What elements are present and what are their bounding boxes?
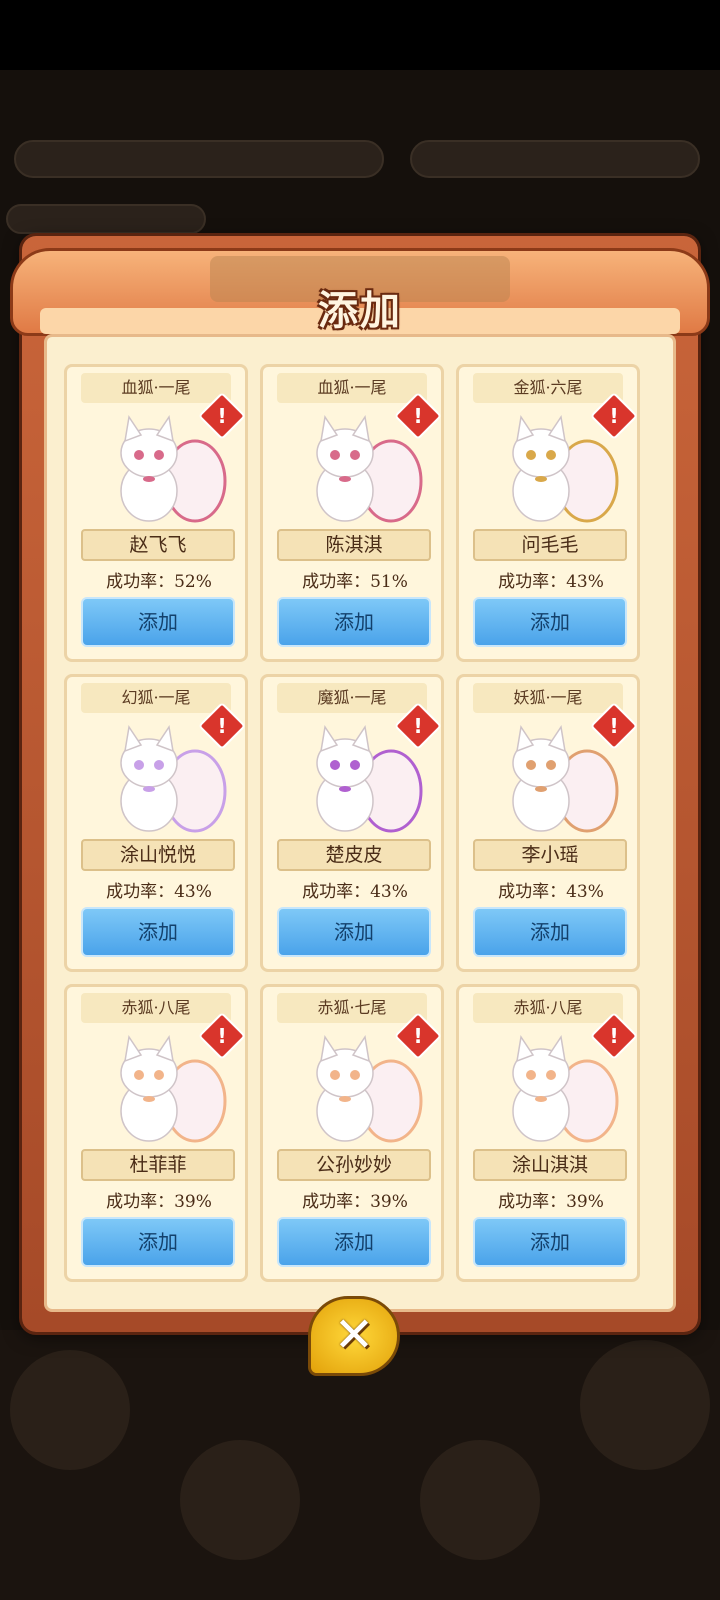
background-bar — [14, 140, 384, 178]
success-rate: 成功率：52% — [106, 572, 212, 592]
fox-card: 赤狐·八尾 ! 涂山淇淇 成功率：39% 添加 — [456, 984, 640, 1282]
fox-portrait — [120, 415, 227, 523]
success-rate: 成功率：43% — [106, 882, 212, 902]
fox-card-grid: 血狐·一尾 ! 赵飞飞 成功率：52% 添加 血狐·一尾 ! 陈淇淇 成功率：5… — [64, 364, 644, 1284]
card-tier-label: 幻狐·一尾 — [81, 683, 231, 713]
card-tier-label: 赤狐·八尾 — [81, 993, 231, 1023]
fox-name: 涂山淇淇 — [473, 1149, 627, 1181]
fox-portrait — [316, 725, 423, 833]
fox-name: 楚皮皮 — [277, 839, 431, 871]
add-button[interactable]: 添加 — [81, 907, 235, 957]
success-rate: 成功率：43% — [302, 882, 408, 902]
card-tier-label: 血狐·一尾 — [81, 373, 231, 403]
success-rate: 成功率：43% — [498, 882, 604, 902]
add-button[interactable]: 添加 — [277, 597, 431, 647]
fox-portrait — [316, 415, 423, 523]
close-button[interactable]: ✕ — [308, 1296, 400, 1376]
fox-name: 杜菲菲 — [81, 1149, 235, 1181]
add-button[interactable]: 添加 — [81, 1217, 235, 1267]
card-tier-label: 赤狐·八尾 — [473, 993, 623, 1023]
fox-portrait — [316, 1035, 423, 1143]
fox-name: 公孙妙妙 — [277, 1149, 431, 1181]
fox-card: 血狐·一尾 ! 赵飞飞 成功率：52% 添加 — [64, 364, 248, 662]
fox-portrait — [512, 1035, 619, 1143]
card-tier-label: 金狐·六尾 — [473, 373, 623, 403]
background-decoration — [10, 1350, 130, 1470]
card-tier-label: 赤狐·七尾 — [277, 993, 427, 1023]
add-button[interactable]: 添加 — [277, 907, 431, 957]
fox-portrait — [120, 1035, 227, 1143]
modal-title: 添加 — [318, 287, 402, 334]
fox-name: 陈淇淇 — [277, 529, 431, 561]
fox-card: 赤狐·八尾 ! 杜菲菲 成功率：39% 添加 — [64, 984, 248, 1282]
fox-name: 李小瑶 — [473, 839, 627, 871]
fox-name: 赵飞飞 — [81, 529, 235, 561]
add-button[interactable]: 添加 — [277, 1217, 431, 1267]
card-tier-label: 魔狐·一尾 — [277, 683, 427, 713]
success-rate: 成功率：39% — [302, 1192, 408, 1212]
background-bar — [410, 140, 700, 178]
fox-card: 妖狐·一尾 ! 李小瑶 成功率：43% 添加 — [456, 674, 640, 972]
add-button[interactable]: 添加 — [473, 1217, 627, 1267]
fox-card: 幻狐·一尾 ! 涂山悦悦 成功率：43% 添加 — [64, 674, 248, 972]
background-bar — [6, 204, 206, 234]
status-bar — [0, 0, 720, 70]
fox-card: 血狐·一尾 ! 陈淇淇 成功率：51% 添加 — [260, 364, 444, 662]
fox-portrait — [512, 725, 619, 833]
add-button[interactable]: 添加 — [81, 597, 235, 647]
background-decoration — [180, 1440, 300, 1560]
success-rate: 成功率：43% — [498, 572, 604, 592]
add-button[interactable]: 添加 — [473, 907, 627, 957]
success-rate: 成功率：39% — [498, 1192, 604, 1212]
background-decoration — [580, 1340, 710, 1470]
add-button[interactable]: 添加 — [473, 597, 627, 647]
fox-card: 金狐·六尾 ! 问毛毛 成功率：43% 添加 — [456, 364, 640, 662]
success-rate: 成功率：51% — [302, 572, 408, 592]
close-x-icon: ✕ — [333, 1307, 375, 1363]
fox-card: 赤狐·七尾 ! 公孙妙妙 成功率：39% 添加 — [260, 984, 444, 1282]
fox-portrait — [512, 415, 619, 523]
card-tier-label: 妖狐·一尾 — [473, 683, 623, 713]
fox-card: 魔狐·一尾 ! 楚皮皮 成功率：43% 添加 — [260, 674, 444, 972]
background-decoration — [420, 1440, 540, 1560]
success-rate: 成功率：39% — [106, 1192, 212, 1212]
card-tier-label: 血狐·一尾 — [277, 373, 427, 403]
fox-name: 涂山悦悦 — [81, 839, 235, 871]
fox-portrait — [120, 725, 227, 833]
fox-name: 问毛毛 — [473, 529, 627, 561]
